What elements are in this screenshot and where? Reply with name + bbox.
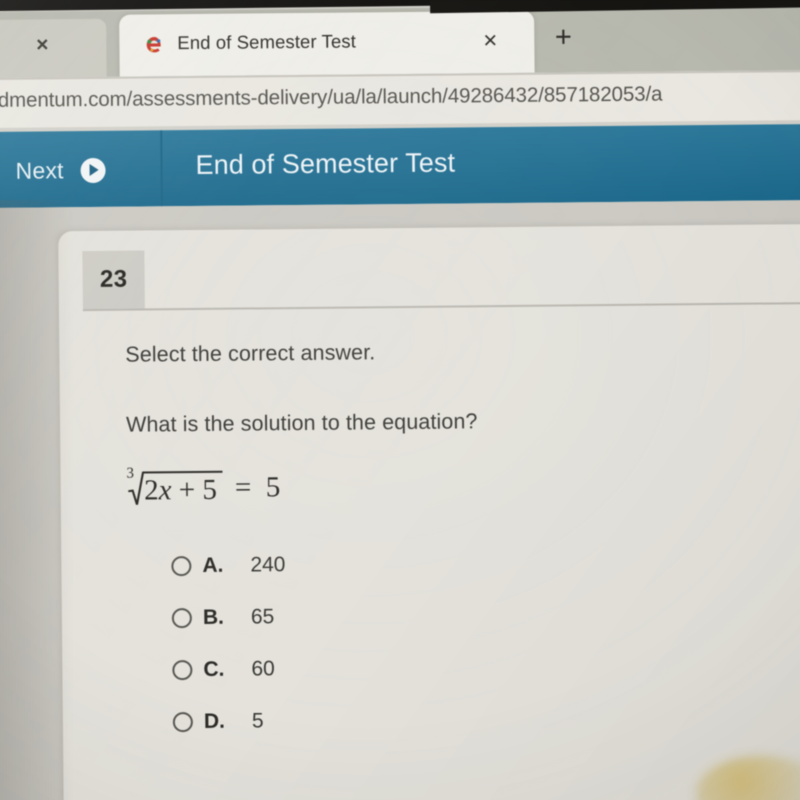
assessment-title: End of Semester Test — [195, 147, 456, 180]
browser-tab-strip: m × End of Semester Test × + — [0, 4, 800, 79]
radicand-constant: 5 — [202, 473, 218, 506]
option-value: 60 — [251, 657, 275, 681]
instruction-text: Select the correct answer. — [125, 340, 376, 367]
question-number: 23 — [99, 265, 128, 293]
radio-button-icon[interactable] — [171, 556, 192, 577]
equation-right-side: 5 — [265, 471, 281, 504]
card-divider — [82, 301, 800, 311]
browser-tab-active[interactable]: End of Semester Test × — [119, 10, 535, 77]
answer-option-d[interactable]: D. 5 — [172, 692, 573, 748]
equation-relation: = — [234, 471, 252, 504]
radicand-variable: x — [158, 474, 172, 507]
equation-expression: 3 2x + 5 = 5 — [122, 463, 281, 507]
photographed-screen: m × End of Semester Test × + — [0, 0, 800, 800]
address-bar-url[interactable]: .edmentum.com/assessments-delivery/ua/la… — [0, 83, 663, 114]
answer-option-a[interactable]: A. 240 — [171, 536, 571, 592]
edmentum-favicon-icon — [143, 34, 165, 56]
option-value: 65 — [250, 605, 275, 629]
radio-button-icon[interactable] — [172, 712, 193, 733]
option-value: 240 — [250, 553, 286, 577]
question-card: 23 Select the correct answer. What is th… — [58, 224, 800, 800]
new-tab-button[interactable]: + — [550, 21, 576, 53]
radio-button-icon[interactable] — [171, 608, 192, 629]
tab-label: End of Semester Test — [177, 30, 356, 54]
option-letter: A. — [202, 553, 224, 577]
radicand: 2x + 5 — [141, 470, 224, 507]
assessment-header: Next End of Semester Test — [0, 124, 800, 208]
radio-button-icon[interactable] — [172, 660, 193, 681]
option-value: 5 — [251, 709, 264, 733]
option-letter: B. — [202, 605, 224, 629]
radical-group: 3 2x + 5 — [122, 464, 224, 507]
arrow-right-circle-icon — [80, 157, 106, 183]
next-button[interactable]: Next — [15, 147, 147, 192]
equation-relation-group: = 5 — [223, 463, 281, 503]
tab-close-icon[interactable]: × — [32, 33, 52, 56]
browser-toolbar: .edmentum.com/assessments-delivery/ua/la… — [0, 70, 800, 128]
answer-option-c[interactable]: C. 60 — [172, 640, 572, 696]
radicand-coefficient: 2 — [144, 474, 159, 507]
answer-option-b[interactable]: B. 65 — [171, 588, 572, 644]
radical-index: 3 — [126, 465, 135, 482]
option-letter: C. — [203, 657, 225, 681]
option-letter: D. — [203, 709, 225, 733]
question-number-badge: 23 — [82, 250, 145, 310]
browser-window: m × End of Semester Test × + — [0, 0, 800, 800]
next-button-label: Next — [15, 156, 64, 184]
tab-close-icon[interactable]: × — [478, 27, 502, 54]
answer-options-list: A. 240 B. 65 C. 60 D. 5 — [171, 536, 573, 748]
browser-tab-inactive[interactable]: m × — [0, 18, 107, 79]
radicand-operator: + — [178, 474, 196, 507]
question-text: What is the solution to the equation? — [125, 409, 478, 437]
